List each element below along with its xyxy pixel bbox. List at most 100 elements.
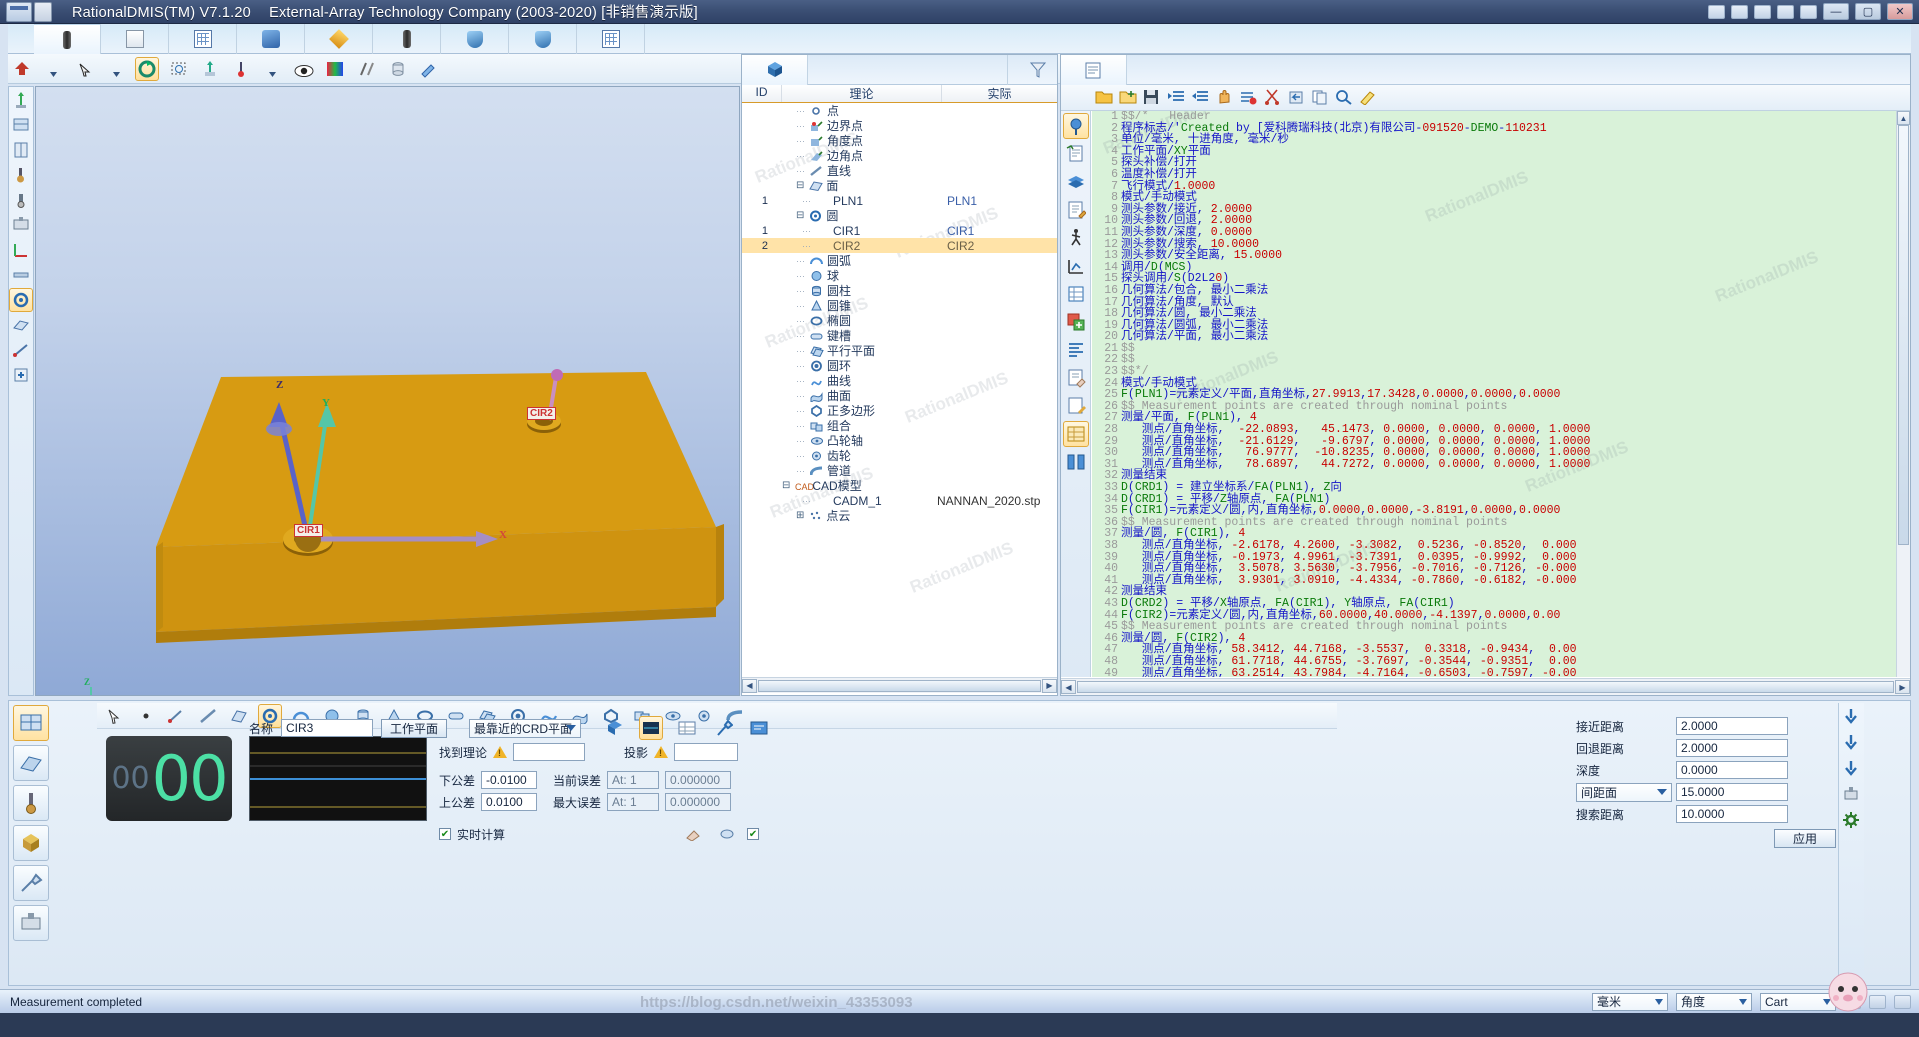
tool-line-measure[interactable] xyxy=(9,338,33,362)
found-theory-input[interactable] xyxy=(513,743,586,761)
tree-row[interactable]: ··· 正多边形 xyxy=(742,403,1057,418)
library-button[interactable] xyxy=(1063,169,1089,195)
export-status-icon[interactable] xyxy=(1894,994,1911,1009)
indent-increase-button[interactable] xyxy=(1167,89,1185,107)
tree-row[interactable]: ··· 点 xyxy=(742,103,1057,118)
indent-decrease-button[interactable] xyxy=(1191,89,1209,107)
ribbon-tab-probe[interactable] xyxy=(34,24,101,54)
tree-row[interactable]: ··· 圆柱 xyxy=(742,283,1057,298)
tree-tab-model[interactable] xyxy=(742,54,808,85)
search-input[interactable]: 10.0000 xyxy=(1676,805,1788,823)
mode-tool-button[interactable] xyxy=(13,865,49,901)
code-line[interactable]: 22 $$ xyxy=(1092,354,1896,366)
tree-scroll-right-button[interactable]: ▶ xyxy=(1042,678,1057,693)
code-line[interactable]: 5 探头补偿/打开 xyxy=(1092,157,1896,169)
extra-checkbox[interactable]: ✔ xyxy=(747,828,760,840)
tool-circle-measure[interactable] xyxy=(9,288,33,312)
color-palette-button[interactable] xyxy=(323,57,347,81)
tree-row[interactable]: ··· 角度点 xyxy=(742,133,1057,148)
view-deviation-button[interactable] xyxy=(639,716,664,740)
tree-row[interactable]: ··· 椭圆 xyxy=(742,313,1057,328)
tree-expander-toggle[interactable]: ⊟ xyxy=(782,480,790,491)
dropdown-caret-2[interactable] xyxy=(104,63,128,87)
ribbon-tab-report[interactable] xyxy=(577,24,645,54)
table-view-button[interactable] xyxy=(1063,281,1089,307)
insert-record-button[interactable] xyxy=(1063,141,1089,167)
code-line[interactable]: 13 测头参数/安全距离, 15.0000 xyxy=(1092,250,1896,262)
right-tab-settings[interactable] xyxy=(1839,807,1863,833)
ribbon-tab-shield[interactable] xyxy=(441,24,509,54)
tree-row[interactable]: ⊞ 点云 xyxy=(742,508,1057,523)
language-icon[interactable] xyxy=(1708,4,1725,19)
view-report-button[interactable] xyxy=(747,716,771,740)
copy-button[interactable] xyxy=(1311,89,1329,107)
tree-scroll-left-button[interactable]: ◀ xyxy=(742,678,757,693)
apply-button[interactable]: 应用 xyxy=(1774,829,1836,848)
minimize-button[interactable]: — xyxy=(1823,3,1849,20)
tree-row[interactable]: ··· 平行平面 xyxy=(742,343,1057,358)
cylinder-tool-button[interactable] xyxy=(386,57,410,81)
code-vertical-scrollbar[interactable]: ▲ xyxy=(1896,111,1910,677)
maximize-button[interactable]: ▢ xyxy=(1855,3,1881,20)
tree-row[interactable]: ··· 凸轮轴 xyxy=(742,433,1057,448)
eye-visibility-button[interactable] xyxy=(292,59,316,83)
tool-front-view[interactable] xyxy=(9,113,33,137)
cad-3d-viewport[interactable]: Z Y X CIR1 CIR2 Z X xyxy=(35,86,740,696)
new-file-button[interactable] xyxy=(1119,89,1137,107)
add-element-button[interactable] xyxy=(1063,309,1089,335)
probe-pin-button[interactable] xyxy=(229,57,253,81)
retract-input[interactable]: 2.0000 xyxy=(1676,739,1788,757)
tree-row[interactable]: ··· 直线 xyxy=(742,163,1057,178)
tree-row[interactable]: ··· 圆锥 xyxy=(742,298,1057,313)
highlight-button[interactable] xyxy=(1359,89,1377,107)
tree-row[interactable]: ··· 齿轮 xyxy=(742,448,1057,463)
tree-row[interactable]: ··· 圆环 xyxy=(742,358,1057,373)
tree-row[interactable]: ··· 球 xyxy=(742,268,1057,283)
code-scroll-thumb[interactable] xyxy=(1898,125,1909,545)
dropdown-caret-1[interactable] xyxy=(41,63,65,87)
realtime-checkbox[interactable]: ✔ xyxy=(439,828,451,840)
code-line[interactable]: 49 测点/直角坐标, 63.2514, 43.7984, -4.7164, -… xyxy=(1092,667,1896,677)
code-line[interactable]: 7 飞行模式/1.0000 xyxy=(1092,180,1896,193)
code-hscroll-thumb[interactable] xyxy=(1077,681,1894,693)
tool-machine[interactable] xyxy=(9,213,33,237)
right-tab-down3[interactable] xyxy=(1839,755,1863,781)
mode-box-button[interactable] xyxy=(13,825,49,861)
view-table-button[interactable] xyxy=(675,716,699,740)
monitor-icon[interactable] xyxy=(1754,4,1771,19)
geom-line-icon[interactable] xyxy=(196,704,220,728)
run-step-button[interactable] xyxy=(1063,225,1089,251)
depth-input[interactable]: 0.0000 xyxy=(1676,761,1788,779)
pin-button[interactable] xyxy=(1063,113,1089,139)
format-lines-button[interactable] xyxy=(1063,337,1089,363)
network-icon[interactable] xyxy=(1777,4,1794,19)
tool-align[interactable] xyxy=(9,263,33,287)
tree-expander-toggle[interactable]: ⊞ xyxy=(796,510,804,521)
unit-select[interactable]: 毫米 xyxy=(1592,992,1668,1011)
tree-row[interactable]: ··· 曲线 xyxy=(742,373,1057,388)
ribbon-tab-table[interactable] xyxy=(169,24,237,54)
tool-coordinate[interactable] xyxy=(9,238,33,262)
tree-row[interactable]: ··· 管道 xyxy=(742,463,1057,478)
lower-tol-input[interactable]: -0.0100 xyxy=(481,771,538,789)
mode-auto-button[interactable] xyxy=(13,705,49,741)
mode-machine-button[interactable] xyxy=(13,905,49,941)
code-scroll-up-button[interactable]: ▲ xyxy=(1897,111,1910,125)
tool-plane-measure[interactable] xyxy=(9,313,33,337)
right-tab-machine[interactable] xyxy=(1839,781,1863,807)
tree-row[interactable]: ··· CADM_1 NANNAN_2020.stp xyxy=(742,493,1057,508)
hand-pan-button[interactable] xyxy=(1215,89,1233,107)
code-scroll-left-button[interactable]: ◀ xyxy=(1061,680,1076,694)
paint-tool-button[interactable] xyxy=(417,57,441,81)
tree-row[interactable]: 1 ··· CIR1 CIR1 xyxy=(742,223,1057,238)
split-view-button[interactable] xyxy=(1063,449,1089,475)
ribbon-tab-inspect[interactable] xyxy=(509,24,577,54)
tree-row[interactable]: ··· 圆弧 xyxy=(742,253,1057,268)
tree-row[interactable]: ··· 键槽 xyxy=(742,328,1057,343)
grid-view-button[interactable] xyxy=(1063,421,1089,447)
help-icon[interactable] xyxy=(1731,4,1748,19)
rotate-view-button[interactable] xyxy=(135,57,160,81)
tool-probe-config[interactable] xyxy=(9,188,33,212)
cut-button[interactable] xyxy=(1263,88,1281,107)
tool-export[interactable] xyxy=(9,363,33,387)
